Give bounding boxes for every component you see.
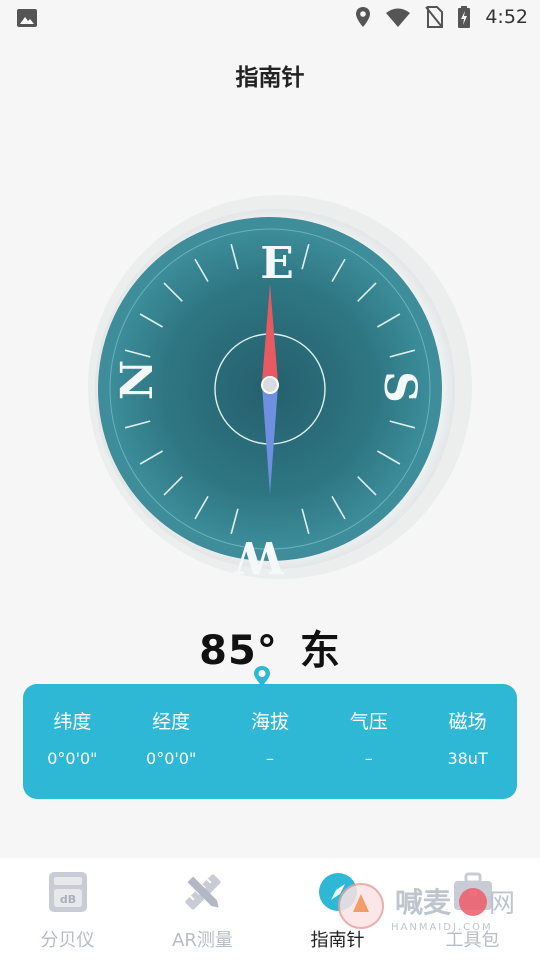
watermark-site-text: 网 xyxy=(489,889,515,919)
ruler-pencil-icon xyxy=(181,870,225,914)
nav-label-ar-measure: AR测量 xyxy=(172,930,233,951)
status-time: 4:52 xyxy=(485,6,528,28)
compass-east-label: E xyxy=(260,238,294,289)
gallery-notification-icon xyxy=(17,9,37,27)
pressure-value: – xyxy=(364,749,373,768)
nav-label-decibel: 分贝仪 xyxy=(40,930,95,951)
altitude-label: 海拔 xyxy=(250,711,289,733)
status-bar: 4:52 xyxy=(0,0,540,36)
latitude-value: 0°0'0" xyxy=(47,749,98,768)
wifi-icon xyxy=(386,8,411,27)
sensor-info-card: 纬度 0°0'0" 经度 0°0'0" 海拔 – 气压 – 磁场 38uT xyxy=(23,684,517,799)
magnetic-field-info: 磁场 38uT xyxy=(423,710,513,770)
latitude-info: 纬度 0°0'0" xyxy=(27,710,117,770)
compass-south-label: S xyxy=(374,371,425,403)
page-title: 指南针 xyxy=(235,65,305,91)
heading-pin-icon xyxy=(254,666,270,686)
magnetic-field-label: 磁场 xyxy=(448,711,487,733)
compass-west-label: W xyxy=(234,531,285,582)
battery-charging-icon xyxy=(458,6,471,28)
altitude-value: – xyxy=(265,749,274,768)
compass-north-label: N xyxy=(112,360,163,400)
location-icon xyxy=(356,7,371,27)
decibel-icon: dB xyxy=(46,870,90,914)
longitude-value: 0°0'0" xyxy=(146,749,197,768)
longitude-label: 经度 xyxy=(152,711,191,733)
nav-item-ar-measure[interactable]: AR测量 xyxy=(135,858,270,960)
watermark-sub-text: HANMAIDJ.COM xyxy=(391,922,493,933)
needle-pivot xyxy=(261,376,279,394)
heading-direction: 东 xyxy=(299,628,341,674)
svg-text:dB: dB xyxy=(59,893,75,906)
magnetic-field-value: 38uT xyxy=(447,749,488,768)
altitude-info: 海拔 – xyxy=(225,710,315,770)
pressure-info: 气压 – xyxy=(324,710,414,770)
pressure-label: 气压 xyxy=(349,711,388,733)
longitude-info: 经度 0°0'0" xyxy=(126,710,216,770)
compass-dial: E W N S xyxy=(88,195,472,582)
nav-item-decibel[interactable]: dB 分贝仪 xyxy=(0,858,135,960)
no-sim-icon xyxy=(425,6,444,28)
site-watermark: 喊麦 网 HANMAIDJ.COM xyxy=(338,883,515,933)
watermark-text: 喊麦 xyxy=(395,886,452,919)
latitude-label: 纬度 xyxy=(53,711,92,733)
